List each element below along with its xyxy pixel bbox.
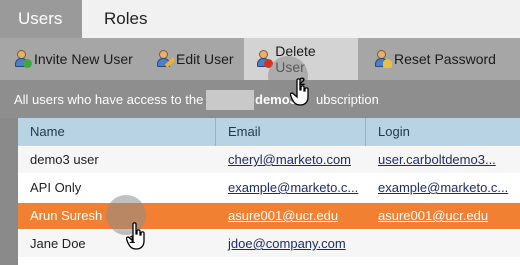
tab-bar: Users Roles	[0, 0, 520, 38]
cell-login: example@marketo.c...	[366, 175, 520, 201]
edit-user-label: Edit User	[176, 51, 234, 67]
email-link[interactable]: jdoe@company.com	[228, 236, 346, 251]
login-link[interactable]: example@marketo.c...	[378, 180, 508, 195]
table-row-selected[interactable]: Arun Suresh asure001@ucr.edu asure001@uc…	[18, 203, 520, 229]
table-row[interactable]: demo3 user cheryl@marketo.com user.carbo…	[18, 147, 520, 173]
cell-email: cheryl@marketo.com	[216, 147, 366, 173]
description-suffix: ubscription	[316, 92, 379, 107]
table-row[interactable]: Jane Doe jdoe@company.com	[18, 231, 520, 257]
login-link[interactable]: user.carboltdemo3...	[378, 152, 496, 167]
email-link[interactable]: example@marketo.c...	[228, 180, 358, 195]
description-prefix: All users who have access to the	[14, 92, 204, 107]
user-key-icon	[374, 50, 392, 68]
invite-new-user-label: Invite New User	[34, 51, 133, 67]
add-user-icon	[14, 50, 32, 68]
redacted-block	[206, 90, 254, 110]
table-header: Name Email Login	[18, 118, 520, 146]
edit-user-icon	[156, 50, 176, 68]
cell-email: jdoe@company.com	[216, 231, 366, 257]
cell-email: example@marketo.c...	[216, 175, 366, 201]
column-header-email[interactable]: Email	[216, 118, 366, 146]
users-table: Name Email Login demo3 user cheryl@marke…	[18, 118, 520, 265]
cell-name: demo3 user	[30, 152, 99, 167]
step-number-1: 1	[129, 234, 136, 246]
cell-email: asure001@ucr.edu	[216, 203, 366, 229]
email-link[interactable]: asure001@ucr.edu	[228, 208, 338, 223]
reset-password-label: Reset Password	[394, 51, 496, 67]
cell-login: user.carboltdemo3...	[366, 147, 520, 173]
email-link[interactable]: cheryl@marketo.com	[228, 152, 351, 167]
cell-login: asure001@ucr.edu	[366, 203, 520, 229]
cell-name: Jane Doe	[30, 236, 86, 251]
invite-new-user-button[interactable]: Invite New User	[14, 38, 133, 80]
table-row[interactable]: API Only example@marketo.c... example@ma…	[18, 175, 520, 201]
column-header-login[interactable]: Login	[366, 118, 520, 146]
tab-roles[interactable]: Roles	[82, 0, 169, 38]
toolbar: Invite New User Edit User Delete User Re…	[0, 38, 520, 80]
subscription-description: All users who have access to the demo3 u…	[0, 80, 520, 118]
cell-login	[366, 231, 520, 257]
reset-password-button[interactable]: Reset Password	[374, 38, 496, 80]
step-number-2: 2	[299, 76, 306, 88]
edit-user-button[interactable]: Edit User	[156, 38, 234, 80]
column-header-name[interactable]: Name	[18, 118, 216, 146]
login-link[interactable]: asure001@ucr.edu	[378, 208, 488, 223]
tab-users[interactable]: Users	[0, 0, 82, 38]
